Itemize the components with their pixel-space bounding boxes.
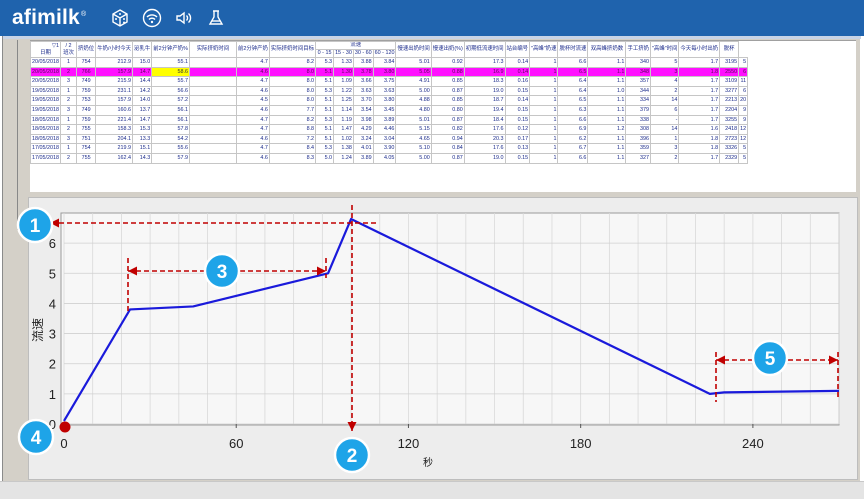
x-tick-label: 0 <box>60 436 67 451</box>
badge-4: 4 <box>17 418 55 456</box>
badge-number: 5 <box>765 349 776 370</box>
y-tick-label: 2 <box>49 357 56 372</box>
x-tick-label: 60 <box>229 436 243 451</box>
x-axis-title: 秒 <box>423 456 433 469</box>
y-axis-title: 流速 <box>31 318 45 342</box>
x-tick-label: 180 <box>570 436 592 451</box>
y-tick-label: 6 <box>49 236 56 251</box>
y-tick-label: 3 <box>49 327 56 342</box>
badge-number: 3 <box>217 262 228 283</box>
origin-marker <box>59 421 71 433</box>
y-tick-label: 5 <box>49 266 56 281</box>
y-tick-label: 1 <box>49 387 56 402</box>
badge-number: 1 <box>30 216 41 237</box>
arrowhead <box>347 422 357 431</box>
y-tick-label: 4 <box>49 296 56 311</box>
badge-2: 2 <box>333 436 371 474</box>
badge-number: 4 <box>31 428 42 449</box>
badge-5: 5 <box>751 339 789 377</box>
x-tick-label: 240 <box>742 436 764 451</box>
x-tick-label: 120 <box>398 436 420 451</box>
badge-1: 1 <box>16 206 54 244</box>
badge-number: 2 <box>347 446 358 467</box>
milk-flow-chart: 0 60 120 180 2400123456 流速 秒 12345 <box>16 205 840 474</box>
badge-3: 3 <box>203 252 241 290</box>
